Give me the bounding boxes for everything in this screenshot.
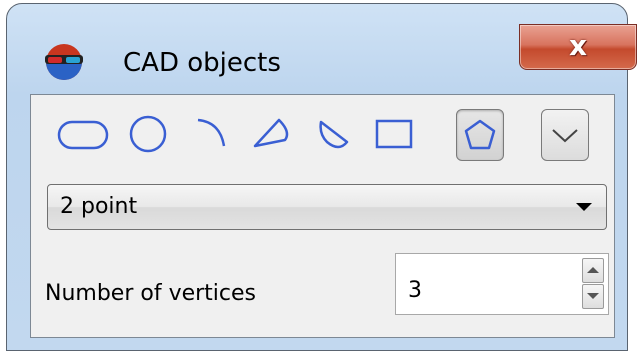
circle-icon	[129, 115, 167, 153]
chevron-down-icon	[552, 129, 578, 143]
tool-arc[interactable]	[181, 95, 239, 173]
app-logo-icon	[45, 44, 83, 80]
vertices-spinbox[interactable]: 3	[395, 253, 609, 315]
more-tools-button[interactable]	[541, 109, 589, 161]
shape-toolbar	[31, 95, 616, 173]
spin-buttons	[582, 258, 604, 310]
tool-polygon[interactable]	[456, 109, 504, 161]
rectangle-icon	[375, 119, 413, 149]
cad-objects-window: CAD objects x 2 point Number of vertices…	[0, 0, 637, 351]
tool-ellipse[interactable]	[55, 95, 113, 173]
tool-sector[interactable]	[243, 95, 301, 173]
polygon-icon	[464, 119, 496, 150]
close-button[interactable]: x	[519, 24, 637, 70]
sector-icon	[253, 118, 289, 148]
spin-down-button[interactable]	[582, 284, 604, 309]
mode-dropdown[interactable]: 2 point	[47, 184, 607, 230]
close-icon: x	[568, 29, 588, 62]
title-bar[interactable]: CAD objects x	[27, 18, 637, 88]
vertices-label: Number of vertices	[45, 281, 256, 306]
arrow-up-icon	[587, 267, 599, 273]
arrow-down-icon	[587, 293, 599, 299]
segment-icon	[319, 120, 349, 149]
tool-circle[interactable]	[119, 95, 177, 173]
spin-up-button[interactable]	[582, 258, 604, 283]
ellipse-icon	[57, 120, 109, 150]
dropdown-arrow-icon	[576, 203, 592, 211]
tool-rectangle[interactable]	[365, 95, 423, 173]
arc-icon	[197, 118, 226, 147]
vertices-value[interactable]: 3	[408, 278, 422, 303]
window-title: CAD objects	[123, 48, 281, 78]
client-area: 2 point Number of vertices 3	[30, 94, 615, 338]
tool-segment[interactable]	[305, 95, 363, 173]
mode-selected-value: 2 point	[60, 194, 138, 219]
